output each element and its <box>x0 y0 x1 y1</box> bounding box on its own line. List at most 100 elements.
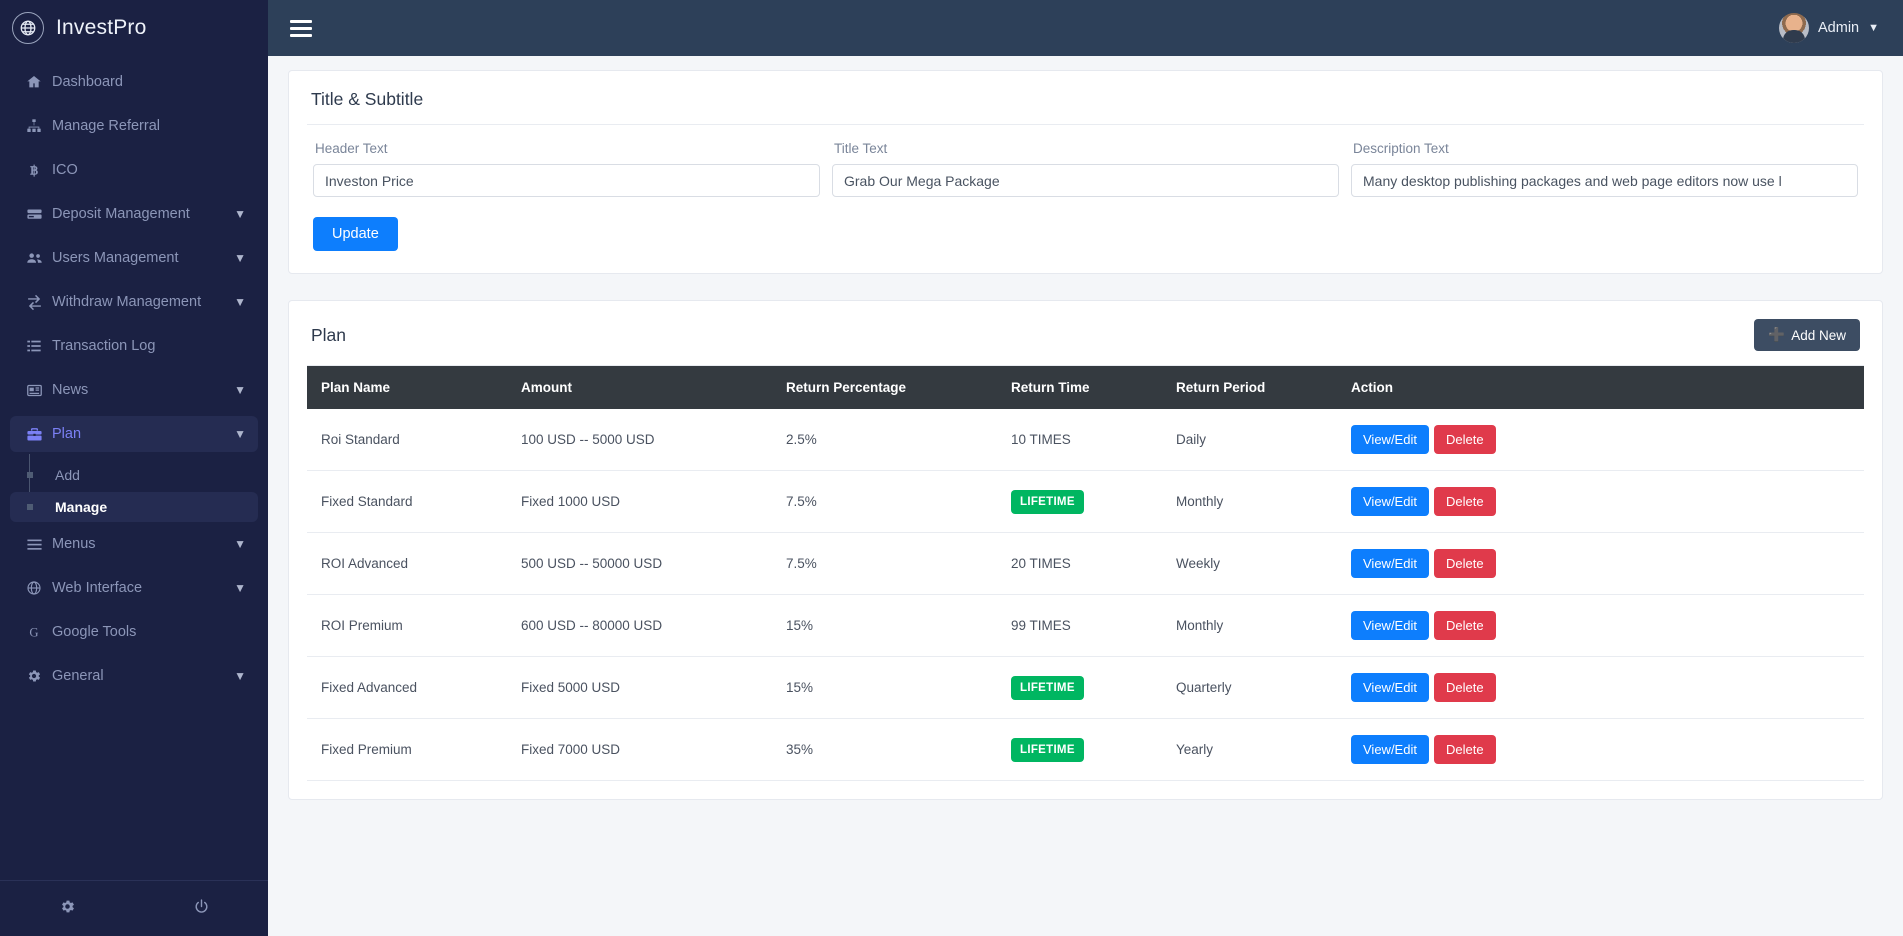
update-button[interactable]: Update <box>313 217 398 251</box>
status-badge: LIFETIME <box>1011 676 1084 700</box>
sidebar-item-ico[interactable]: ฿ICO <box>10 152 258 188</box>
sidebar-subitem-label: Manage <box>55 499 107 515</box>
column-action: Action <box>1337 366 1864 409</box>
view-edit-button[interactable]: View/Edit <box>1351 549 1429 578</box>
cell-action: View/EditDelete <box>1337 595 1864 657</box>
delete-button[interactable]: Delete <box>1434 549 1496 578</box>
bullet-icon <box>27 504 33 510</box>
newspaper-icon <box>26 382 52 399</box>
briefcase-icon <box>26 426 52 443</box>
app-root: InvestPro Dashboard Manage Referral ฿ICO De… <box>0 0 1903 936</box>
sidebar-item-label: Google Tools <box>52 624 246 640</box>
bullet-icon <box>27 472 33 478</box>
cell-return-percentage: 7.5% <box>772 471 997 533</box>
delete-button[interactable]: Delete <box>1434 425 1496 454</box>
table-header-row: Plan Name Amount Return Percentage Retur… <box>307 366 1864 409</box>
cell-return-period: Monthly <box>1162 595 1337 657</box>
sidebar-item-plan[interactable]: Plan▼ <box>10 416 258 452</box>
google-icon: G <box>26 624 52 640</box>
table-row: ROI Advanced500 USD -- 50000 USD7.5%20 T… <box>307 533 1864 595</box>
sidebar-subitem-label: Add <box>55 467 80 483</box>
title-subtitle-header: Title & Subtitle <box>289 71 1882 124</box>
cell-return-percentage: 7.5% <box>772 533 997 595</box>
plan-table-head: Plan Name Amount Return Percentage Retur… <box>307 366 1864 409</box>
chevron-down-icon: ▼ <box>234 670 246 682</box>
sidebar-item-google-tools[interactable]: GGoogle Tools <box>10 614 258 650</box>
cell-return-time: 20 TIMES <box>997 533 1162 595</box>
view-edit-button[interactable]: View/Edit <box>1351 735 1429 764</box>
brand-logo-area[interactable]: InvestPro <box>0 0 268 56</box>
cell-action: View/EditDelete <box>1337 409 1864 471</box>
view-edit-button[interactable]: View/Edit <box>1351 425 1429 454</box>
cell-return-percentage: 35% <box>772 719 997 781</box>
column-return-period: Return Period <box>1162 366 1337 409</box>
add-new-label: Add New <box>1791 328 1846 343</box>
hamburger-menu-icon[interactable] <box>286 16 316 41</box>
sidebar-item-menus[interactable]: Menus▼ <box>10 526 258 562</box>
sidebar-item-label: Transaction Log <box>52 338 246 354</box>
exchange-icon <box>26 294 52 311</box>
delete-button[interactable]: Delete <box>1434 487 1496 516</box>
logout-button[interactable] <box>134 898 268 920</box>
table-row: Fixed AdvancedFixed 5000 USD15%LIFETIMEQ… <box>307 657 1864 719</box>
cell-return-percentage: 15% <box>772 657 997 719</box>
cell-return-period: Yearly <box>1162 719 1337 781</box>
credit-card-icon <box>26 206 52 223</box>
avatar <box>1779 13 1809 43</box>
description-text-input[interactable] <box>1351 164 1858 197</box>
sidebar-item-label: ICO <box>52 162 246 178</box>
title-subtitle-card: Title & Subtitle Header Text Title Text <box>288 70 1883 274</box>
cell-return-period: Daily <box>1162 409 1337 471</box>
gear-icon <box>26 668 52 684</box>
cell-plan-name: Fixed Standard <box>307 471 507 533</box>
delete-button[interactable]: Delete <box>1434 735 1496 764</box>
cell-return-time: LIFETIME <box>997 657 1162 719</box>
chevron-down-icon: ▼ <box>234 208 246 220</box>
settings-button[interactable] <box>0 898 134 920</box>
delete-button[interactable]: Delete <box>1434 673 1496 702</box>
cell-amount: 600 USD -- 80000 USD <box>507 595 772 657</box>
title-text-input[interactable] <box>832 164 1339 197</box>
sidebar-item-label: Users Management <box>52 250 234 266</box>
header-text-input[interactable] <box>313 164 820 197</box>
sidebar-item-transaction-log[interactable]: Transaction Log <box>10 328 258 364</box>
sidebar-item-news[interactable]: News▼ <box>10 372 258 408</box>
plan-title: Plan <box>311 325 1754 346</box>
cell-action: View/EditDelete <box>1337 719 1864 781</box>
cell-return-time: LIFETIME <box>997 719 1162 781</box>
delete-button[interactable]: Delete <box>1434 611 1496 640</box>
chevron-down-icon: ▼ <box>234 384 246 396</box>
sidebar-subitem-add[interactable]: Add <box>10 460 258 490</box>
status-badge: LIFETIME <box>1011 490 1084 514</box>
page-content: Title & Subtitle Header Text Title Text <box>268 56 1903 936</box>
cell-return-time: 10 TIMES <box>997 409 1162 471</box>
cell-return-time: LIFETIME <box>997 471 1162 533</box>
sidebar-subitem-manage[interactable]: Manage <box>10 492 258 522</box>
view-edit-button[interactable]: View/Edit <box>1351 673 1429 702</box>
column-amount: Amount <box>507 366 772 409</box>
globe-icon <box>12 12 44 44</box>
brand-name: InvestPro <box>56 16 147 40</box>
chevron-down-icon: ▼ <box>234 296 246 308</box>
sidebar-item-dashboard[interactable]: Dashboard <box>10 64 258 100</box>
column-plan-name: Plan Name <box>307 366 507 409</box>
sidebar-item-users-management[interactable]: Users Management▼ <box>10 240 258 276</box>
bars-icon <box>26 536 52 553</box>
sidebar-item-withdraw-management[interactable]: Withdraw Management▼ <box>10 284 258 320</box>
add-new-button[interactable]: ➕ Add New <box>1754 319 1860 351</box>
sidebar-item-manage-referral[interactable]: Manage Referral <box>10 108 258 144</box>
view-edit-button[interactable]: View/Edit <box>1351 611 1429 640</box>
table-row: Fixed PremiumFixed 7000 USD35%LIFETIMEYe… <box>307 719 1864 781</box>
user-menu[interactable]: Admin ▼ <box>1779 13 1879 43</box>
cell-action: View/EditDelete <box>1337 471 1864 533</box>
sidebar-item-label: News <box>52 382 234 398</box>
sidebar-item-web-interface[interactable]: Web Interface▼ <box>10 570 258 606</box>
sidebar-item-general[interactable]: General▼ <box>10 658 258 694</box>
table-row: Fixed StandardFixed 1000 USD7.5%LIFETIME… <box>307 471 1864 533</box>
column-return-time: Return Time <box>997 366 1162 409</box>
cell-plan-name: ROI Advanced <box>307 533 507 595</box>
cell-action: View/EditDelete <box>1337 657 1864 719</box>
sidebar-item-deposit-management[interactable]: Deposit Management▼ <box>10 196 258 232</box>
view-edit-button[interactable]: View/Edit <box>1351 487 1429 516</box>
chevron-down-icon: ▼ <box>234 582 246 594</box>
